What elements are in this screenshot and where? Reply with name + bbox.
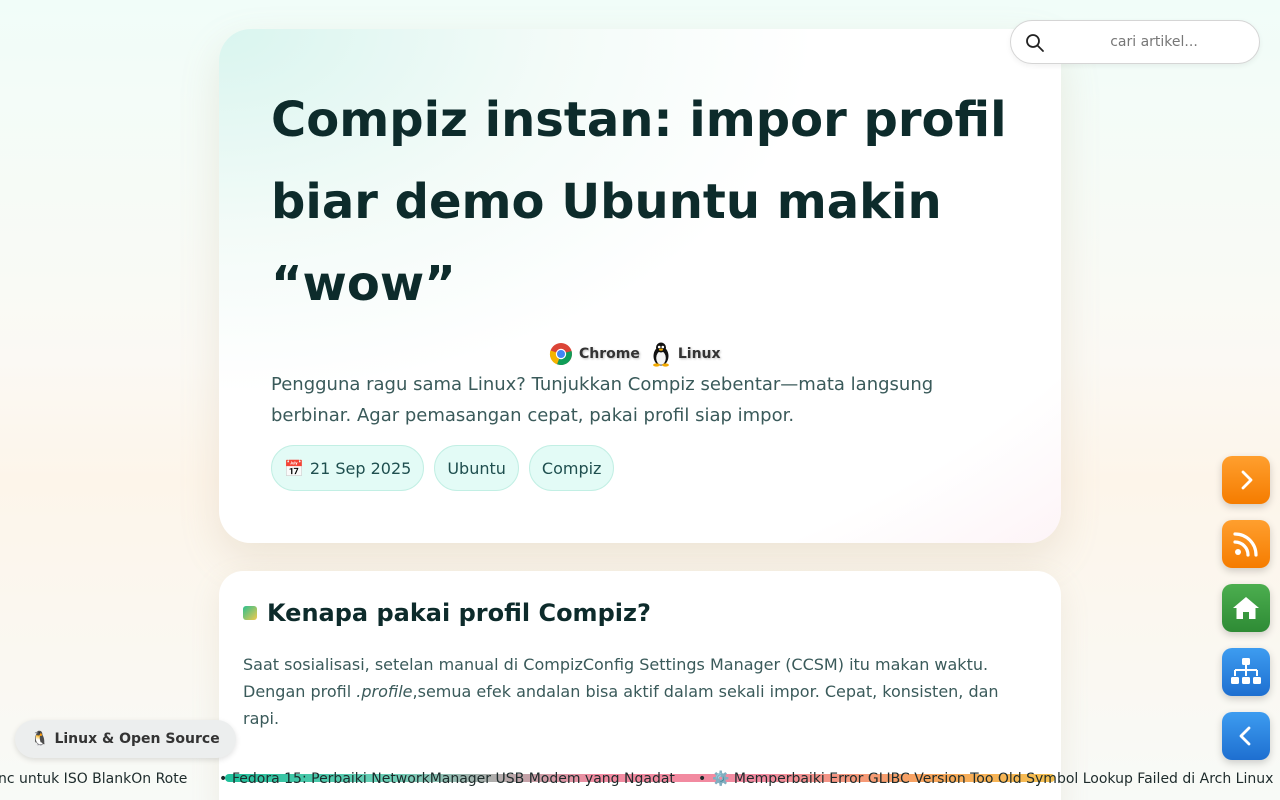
platform-linux: Linux: [650, 341, 721, 367]
sitemap-icon: [1231, 658, 1261, 684]
penguin-icon: 🐧: [31, 731, 49, 747]
ticker-separator: •: [698, 771, 707, 787]
tag-compiz[interactable]: Compiz: [528, 445, 615, 491]
platform-chrome: Chrome: [549, 342, 640, 366]
ticker-item[interactable]: ⚙️ Memperbaiki Error GLIBC Version Too O…: [712, 770, 1273, 788]
heading-bullet: [243, 606, 257, 620]
calendar-icon: 📅: [284, 458, 304, 478]
section-heading: Kenapa pakai profil Compiz?: [243, 599, 651, 627]
chevron-right-icon: [1241, 470, 1253, 490]
chevron-left-icon: [1239, 726, 1251, 746]
tux-icon: [652, 342, 669, 367]
platform-label: Chrome: [579, 346, 640, 362]
section-paragraph: Saat sosialisasi, setelan manual di Comp…: [243, 651, 1023, 732]
category-label: Linux & Open Source: [54, 731, 220, 747]
tag-ubuntu[interactable]: Ubuntu: [434, 445, 519, 491]
publish-date: 21 Sep 2025: [309, 458, 412, 478]
ticker-item[interactable]: nc untuk ISO BlankOn Rote: [0, 770, 187, 788]
search-icon: [1026, 34, 1044, 52]
article-summary: Pengguna ragu sama Linux? Tunjukkan Comp…: [271, 374, 934, 426]
content-section: Kenapa pakai profil Compiz? Saat sosiali…: [219, 571, 1061, 800]
search-input[interactable]: [1061, 27, 1247, 57]
search-box[interactable]: [1010, 20, 1260, 64]
news-ticker: nc untuk ISO BlankOn Rote • Fedora 15: P…: [0, 770, 1280, 790]
article-tags: 📅 21 Sep 2025 Ubuntu Compiz: [271, 445, 615, 491]
date-chip: 📅 21 Sep 2025: [271, 445, 425, 491]
platform-list: Chrome Linux: [549, 341, 721, 367]
platform-label: Linux: [677, 346, 721, 362]
ticker-item[interactable]: Fedora 15: Perbaiki NetworkManager USB M…: [232, 770, 675, 788]
profile-term: .profile: [356, 682, 413, 701]
category-badge[interactable]: 🐧 Linux & Open Source: [15, 720, 236, 758]
rss-icon: [1233, 532, 1258, 557]
ticker-separator: •: [219, 771, 228, 787]
article-title: Compiz instan: impor profil biar demo Ub…: [271, 92, 1007, 312]
next-article-button[interactable]: [1222, 456, 1270, 504]
previous-article-button[interactable]: [1222, 712, 1270, 760]
article-hero-card: Compiz instan: impor profil biar demo Ub…: [219, 29, 1061, 543]
home-button[interactable]: [1222, 584, 1270, 632]
section-title: Kenapa pakai profil Compiz?: [267, 599, 651, 627]
rss-feed-button[interactable]: [1222, 520, 1270, 568]
chrome-icon: [549, 343, 572, 366]
home-icon: [1233, 597, 1259, 619]
sitemap-button[interactable]: [1222, 648, 1270, 696]
